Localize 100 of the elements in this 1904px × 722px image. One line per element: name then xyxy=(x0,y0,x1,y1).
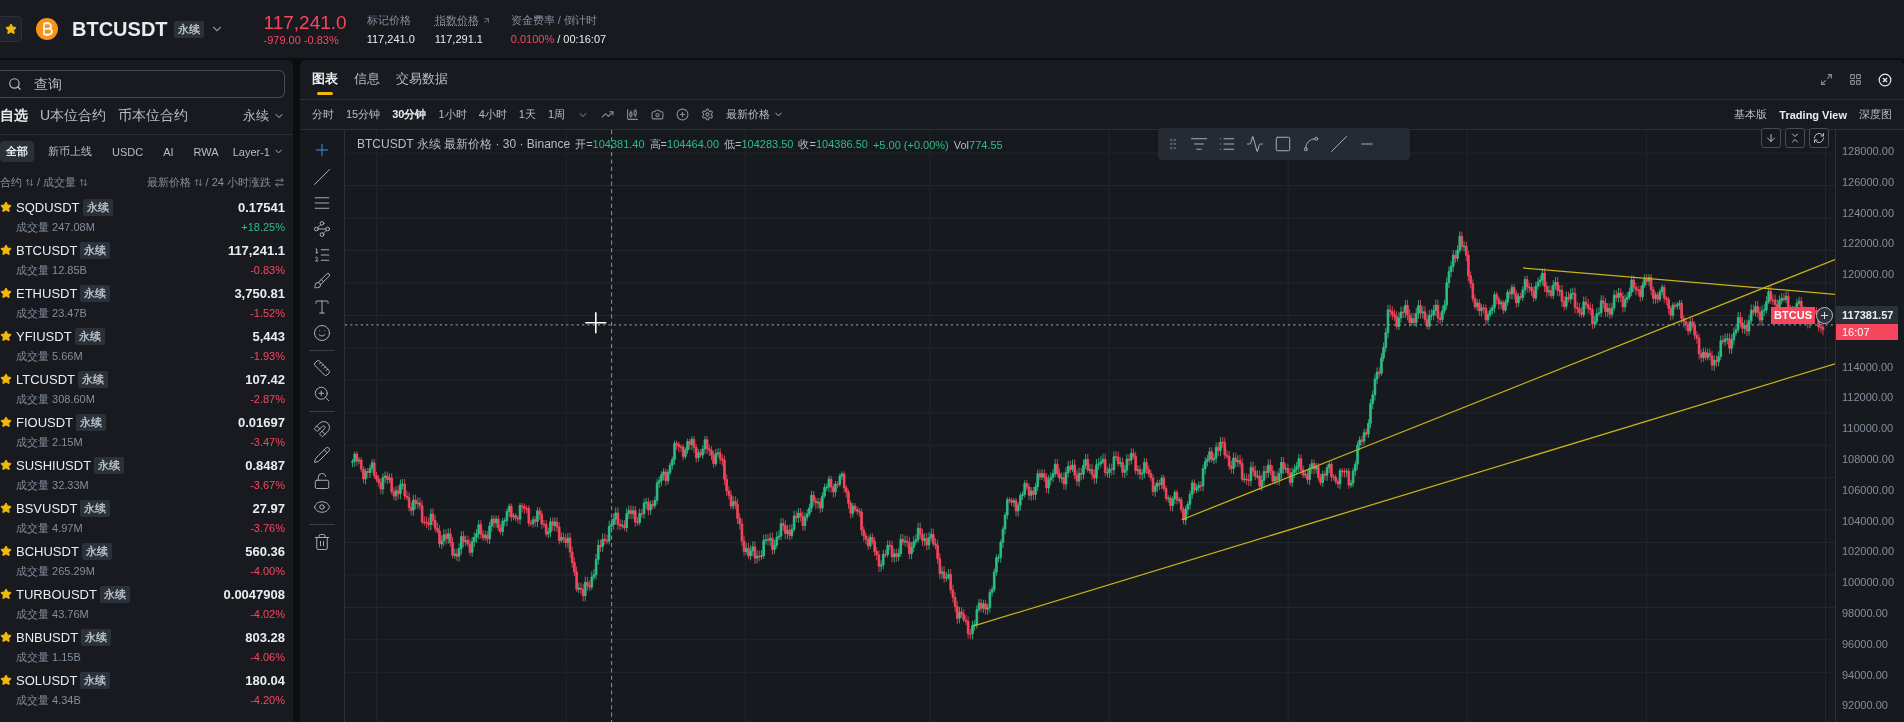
interval-button[interactable]: 分时 xyxy=(312,107,334,122)
sort-icon xyxy=(25,177,34,187)
market-row[interactable]: YFIUSDT 永续 5,443 成交量 5.66M -1.93% xyxy=(0,325,293,368)
interval-button[interactable]: 4小时 xyxy=(478,107,507,122)
candlestick-icon[interactable] xyxy=(626,108,639,121)
levels-icon[interactable] xyxy=(313,246,331,264)
indicator-icon[interactable] xyxy=(601,108,614,121)
line-tool-icon[interactable] xyxy=(1330,135,1348,153)
market-tab[interactable]: U本位合约 xyxy=(40,107,107,125)
filter-chip[interactable]: RWA xyxy=(187,142,225,161)
favorite-star-icon[interactable] xyxy=(0,416,12,428)
market-row[interactable]: SUSHIUSDT 永续 0.8487 成交量 32.33M -3.67% xyxy=(0,454,293,497)
magnet-icon[interactable] xyxy=(313,420,331,438)
view-tab[interactable]: Trading View xyxy=(1779,108,1847,121)
text-icon[interactable] xyxy=(313,298,331,316)
market-row[interactable]: LTCUSDT 永续 107.42 成交量 308.60M -2.87% xyxy=(0,368,293,411)
market-row[interactable]: SQDUSDT 永续 0.17541 成交量 247.08M +18.25% xyxy=(0,196,293,239)
pattern-icon[interactable] xyxy=(313,220,331,238)
reset-button[interactable] xyxy=(1809,128,1829,148)
ruler-icon[interactable] xyxy=(313,359,331,377)
favorite-star-icon[interactable] xyxy=(0,674,12,686)
trend-line-icon[interactable] xyxy=(313,168,331,186)
add-icon[interactable] xyxy=(676,108,689,121)
filter-chip[interactable]: 新币上线 xyxy=(42,141,98,162)
pencil-icon[interactable] xyxy=(313,446,331,464)
favorite-star-icon[interactable] xyxy=(0,244,12,256)
price-tick: 108000.00 xyxy=(1841,452,1894,467)
path-tool-icon[interactable] xyxy=(1246,135,1264,153)
interval-button[interactable]: 1小时 xyxy=(438,107,467,122)
favorite-star-icon[interactable] xyxy=(0,330,12,342)
add-alert-button[interactable] xyxy=(1816,307,1833,324)
favorite-star-icon[interactable] xyxy=(0,631,12,643)
filter-chip[interactable]: 全部 xyxy=(0,141,34,162)
ohlc-value: 开=104381.40 xyxy=(575,137,645,152)
market-row[interactable]: BSVUSDT 永续 27.97 成交量 4.97M -3.76% xyxy=(0,497,293,540)
view-tab[interactable]: 深度图 xyxy=(1859,107,1892,122)
category-dropdown[interactable]: Layer-1 xyxy=(232,145,284,158)
view-tab[interactable]: 基本版 xyxy=(1734,107,1768,122)
panel-tab[interactable]: 交易数据 xyxy=(396,59,448,100)
interval-button[interactable]: 30分钟 xyxy=(392,107,427,122)
trash-icon[interactable] xyxy=(313,533,331,551)
interval-button[interactable]: 15分钟 xyxy=(346,107,381,122)
favorite-star-icon[interactable] xyxy=(0,201,12,213)
market-row[interactable]: TURBOUSDT 永续 0.0047908 成交量 43.76M -4.02% xyxy=(0,583,293,626)
favorite-star-icon[interactable] xyxy=(0,287,12,299)
sort-header[interactable]: 最新价格 / 24 小时涨跌 xyxy=(146,174,285,190)
segment-tool-icon[interactable] xyxy=(1302,135,1320,153)
filter-chip[interactable]: AI xyxy=(157,142,180,161)
coin-logo-icon xyxy=(36,18,58,40)
favorite-button[interactable] xyxy=(0,16,22,42)
search-input[interactable]: 查询 xyxy=(32,75,284,93)
filter-chip[interactable]: USDC xyxy=(106,142,150,161)
scroll-down-button[interactable] xyxy=(1761,128,1781,148)
favorite-star-icon[interactable] xyxy=(0,459,12,471)
favorite-star-icon[interactable] xyxy=(0,545,12,557)
market-row[interactable]: BNBUSDT 永续 803.28 成交量 1.15B -4.06% xyxy=(0,626,293,669)
layout-icon[interactable] xyxy=(1849,73,1862,86)
close-icon[interactable] xyxy=(1878,72,1892,87)
smiley-icon[interactable] xyxy=(313,324,331,342)
settings-icon[interactable] xyxy=(701,108,714,121)
search-field[interactable]: 查询 xyxy=(0,70,285,98)
price-tick: 94000.00 xyxy=(1841,667,1888,683)
eye-icon[interactable] xyxy=(313,498,331,516)
symbol-selector[interactable]: BTCUSDT 永续 xyxy=(72,17,224,41)
panel-tab[interactable]: 信息 xyxy=(354,59,380,100)
contract-tag: 永续 xyxy=(80,671,111,689)
price-type-dropdown[interactable]: 最新价格 xyxy=(726,107,784,122)
favorite-star-icon[interactable] xyxy=(0,588,12,600)
contract-tag: 永续 xyxy=(80,499,111,517)
favorite-star-icon[interactable] xyxy=(0,502,12,514)
market-row[interactable]: ETHUSDT 永续 3,750.81 成交量 23.47B -1.52% xyxy=(0,282,293,325)
panel-tab[interactable]: 图表 xyxy=(312,59,338,100)
rectangle-tool-icon[interactable] xyxy=(1274,135,1292,153)
candle-change: +5.00 (+0.00%) xyxy=(872,138,949,151)
market-tab[interactable]: 自选 xyxy=(0,107,28,125)
row-change: -1.52% xyxy=(249,307,285,319)
price-tick: 102000.00 xyxy=(1841,544,1894,560)
ohlc-value: 高=104464.00 xyxy=(649,137,720,152)
interval-button[interactable]: 1天 xyxy=(518,107,536,122)
interval-button[interactable]: 1周 xyxy=(547,107,565,122)
camera-icon[interactable] xyxy=(651,108,664,121)
zoom-in-icon[interactable] xyxy=(313,385,331,403)
market-row[interactable]: BTCUSDT 永续 117,241.1 成交量 12.85B -0.83% xyxy=(0,239,293,282)
expand-icon[interactable] xyxy=(1820,73,1833,86)
row-price: 107.42 xyxy=(245,371,285,387)
brush-icon[interactable] xyxy=(313,272,331,290)
list-tool-icon[interactable] xyxy=(1218,135,1236,153)
horizontal-lines-icon[interactable] xyxy=(313,194,331,212)
row-price: 117,241.1 xyxy=(227,242,285,258)
market-tab[interactable]: 币本位合约 xyxy=(118,107,189,125)
market-row[interactable]: BCHUSDT 永续 560.36 成交量 265.29M -4.00% xyxy=(0,540,293,583)
sort-header[interactable]: 合约 / 成交量 xyxy=(0,174,89,190)
unlock-icon[interactable] xyxy=(313,472,331,490)
favorite-star-icon[interactable] xyxy=(0,373,12,385)
market-row[interactable]: FIOUSDT 永续 0.01697 成交量 2.15M -3.47% xyxy=(0,411,293,454)
market-row[interactable]: SOLUSDT 永续 180.04 成交量 4.34B -4.20% xyxy=(0,669,293,712)
lines-tool-icon[interactable] xyxy=(1190,135,1208,153)
collapse-button[interactable] xyxy=(1785,128,1805,148)
price-tick: 100000.00 xyxy=(1841,575,1894,591)
contract-type-dropdown[interactable]: 永续 xyxy=(243,107,285,125)
